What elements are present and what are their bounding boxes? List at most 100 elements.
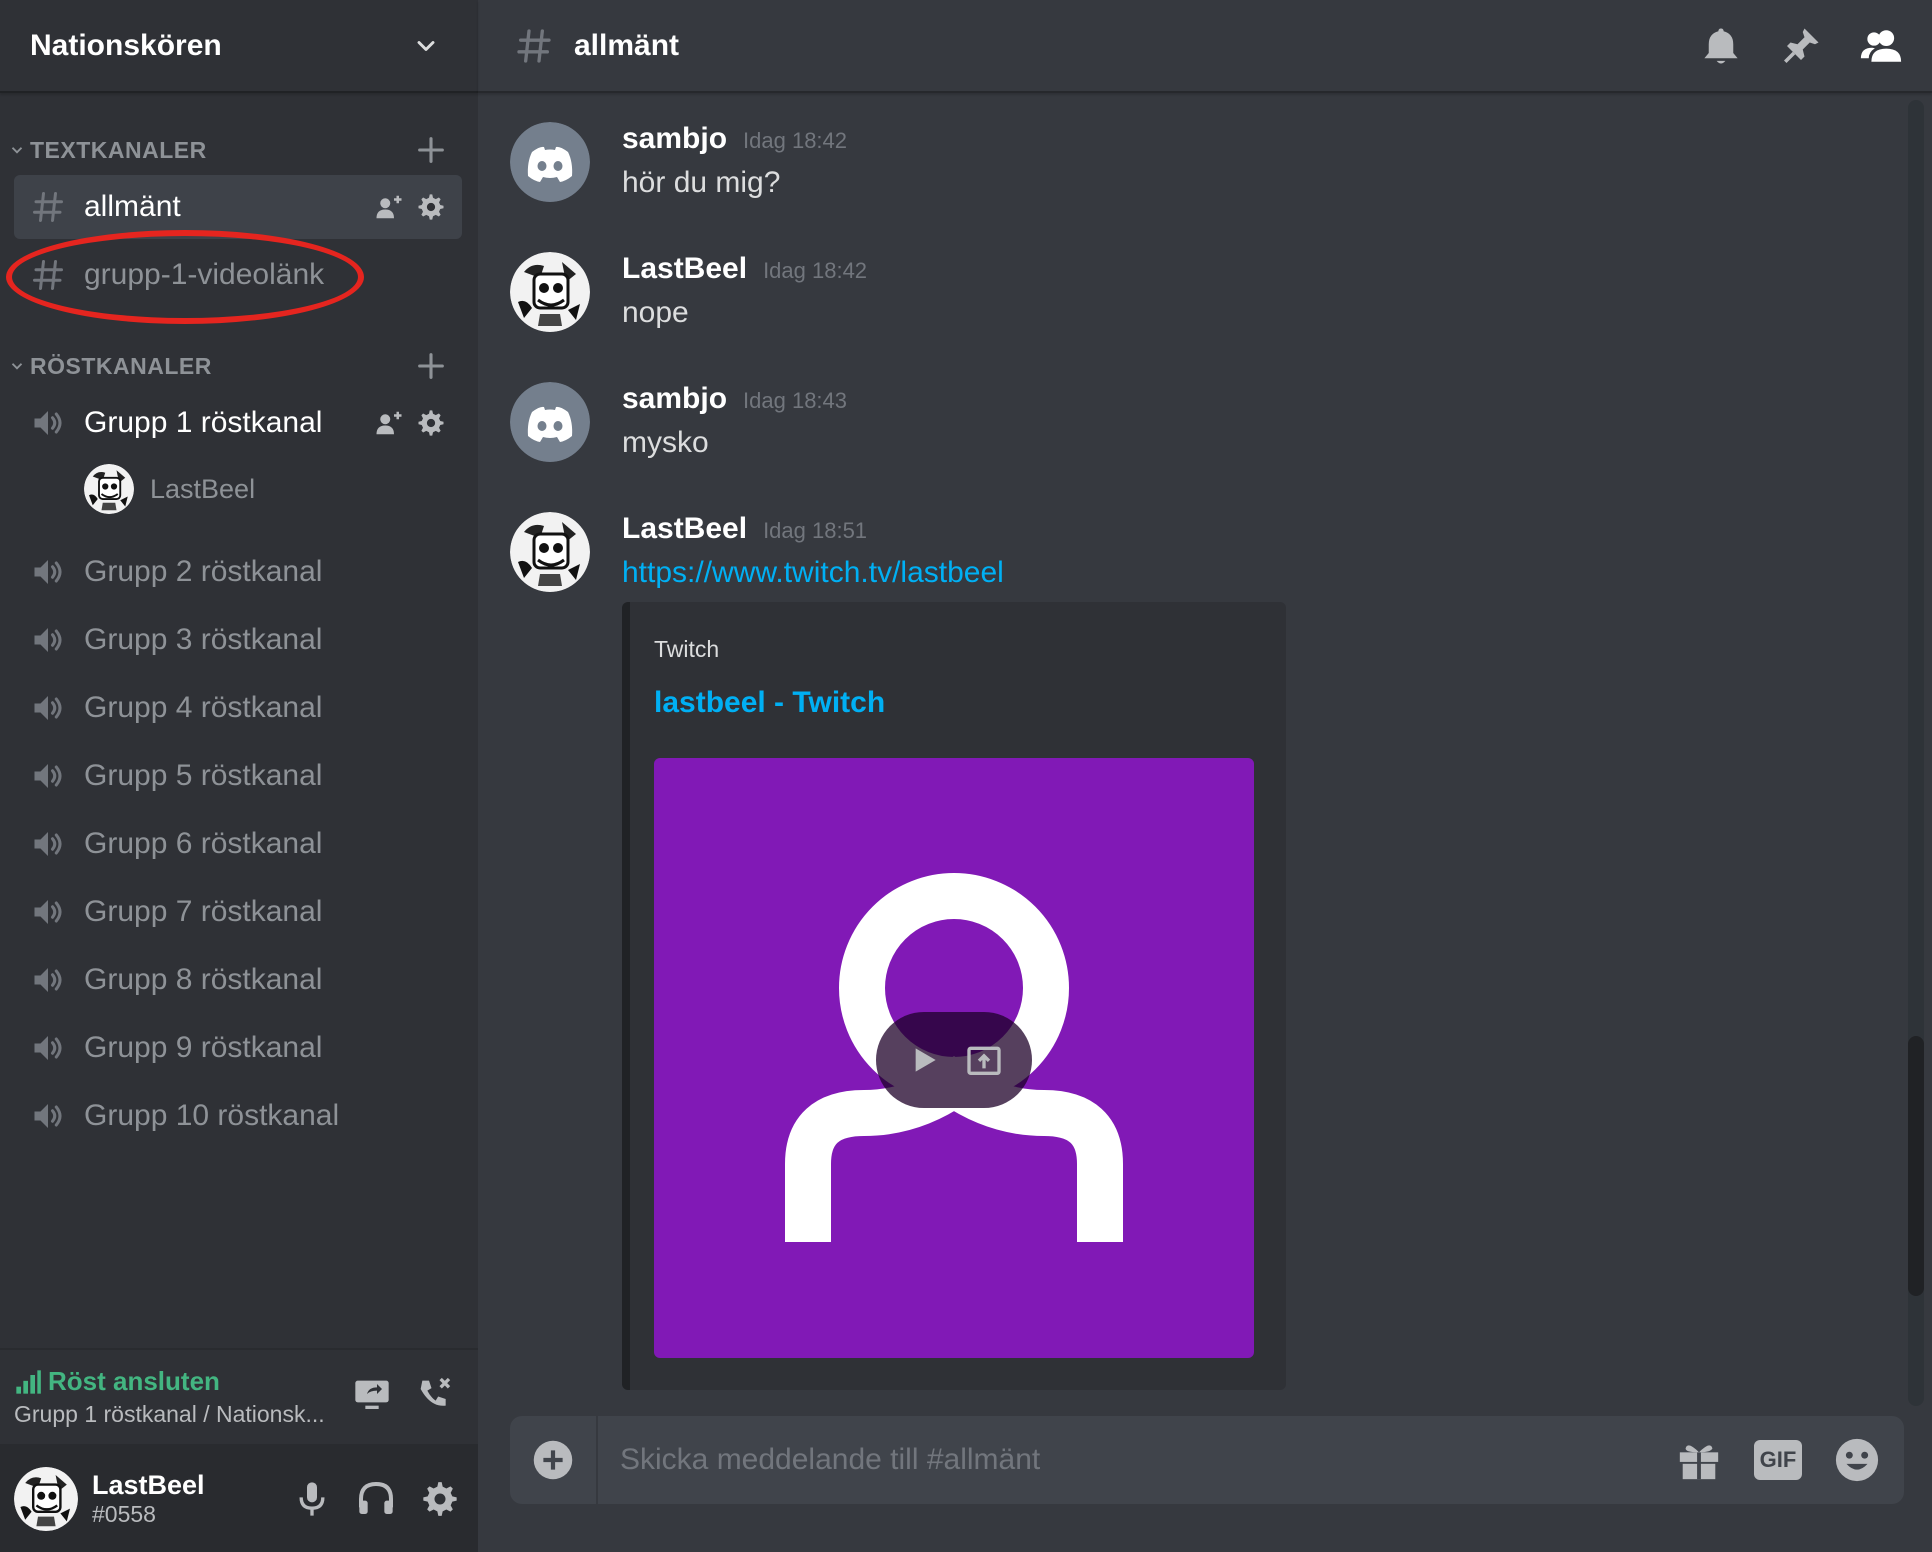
message-author[interactable]: sambjo <box>622 122 727 156</box>
message-author[interactable]: LastBeel <box>622 512 747 546</box>
gif-button[interactable]: GIF <box>1754 1440 1802 1480</box>
emoji-icon[interactable] <box>1834 1437 1880 1483</box>
channel-name: Grupp 10 röstkanal <box>84 1099 340 1132</box>
video-controls <box>876 1012 1032 1108</box>
upload-button[interactable] <box>510 1416 598 1504</box>
hash-icon <box>30 189 66 225</box>
add-channel-icon[interactable] <box>414 133 448 167</box>
voice-channel-grupp-8[interactable]: Grupp 8 röstkanal <box>14 948 462 1012</box>
voice-member[interactable]: LastBeel <box>84 462 255 516</box>
bell-icon[interactable] <box>1700 25 1742 67</box>
channel-title: allmänt <box>574 28 680 62</box>
hash-icon <box>30 257 66 293</box>
voice-channel-grupp-2[interactable]: Grupp 2 röstkanal <box>14 540 462 604</box>
channel-name: Grupp 3 röstkanal <box>84 623 323 656</box>
gear-icon[interactable] <box>416 192 446 222</box>
channel-name: Grupp 5 röstkanal <box>84 759 323 792</box>
chevron-down-icon <box>11 147 23 154</box>
chevron-down-icon[interactable] <box>412 32 440 60</box>
voice-channel-grupp-4[interactable]: Grupp 4 röstkanal <box>14 676 462 740</box>
speaker-icon <box>30 826 66 862</box>
speaker-icon <box>30 1030 66 1066</box>
server-name: Nationskören <box>30 28 222 62</box>
invite-icon[interactable] <box>374 408 404 438</box>
voice-member-name: LastBeel <box>150 473 256 504</box>
pin-icon[interactable] <box>1780 25 1822 67</box>
voice-channel-grupp-10[interactable]: Grupp 10 röstkanal <box>14 1084 462 1148</box>
channel-grupp-1-videolank[interactable]: grupp-1-videolänk <box>14 243 462 307</box>
screen-share-icon[interactable] <box>352 1374 392 1414</box>
user-settings-gear-icon[interactable] <box>420 1479 460 1519</box>
channel-name: Grupp 7 röstkanal <box>84 895 323 928</box>
channel-name: Grupp 2 röstkanal <box>84 555 323 588</box>
message-timestamp: Idag 18:42 <box>743 128 848 153</box>
voice-connection-panel: Röst ansluten Grupp 1 röstkanal / Nation… <box>0 1348 478 1446</box>
speaker-icon <box>30 622 66 658</box>
message-content: nope <box>622 296 689 329</box>
avatar[interactable] <box>510 252 590 332</box>
speaker-icon <box>30 962 66 998</box>
voice-channel-grupp-1[interactable]: Grupp 1 röstkanal <box>14 391 462 455</box>
avatar[interactable] <box>14 1467 78 1531</box>
message-author[interactable]: sambjo <box>622 382 727 416</box>
channel-name: Grupp 6 röstkanal <box>84 827 323 860</box>
channel-header: allmänt <box>478 0 1932 93</box>
scrollbar-thumb[interactable] <box>1908 1036 1924 1296</box>
avatar[interactable] <box>510 512 590 592</box>
speaker-icon <box>30 894 66 930</box>
category-voice-channels[interactable]: RÖSTKANALER <box>0 346 478 386</box>
user-panel: LastBeel #0558 <box>0 1446 478 1552</box>
speaker-icon <box>30 758 66 794</box>
message-input[interactable] <box>598 1416 1644 1504</box>
channel-allmant[interactable]: allmänt <box>14 175 462 239</box>
server-header[interactable]: Nationskören <box>0 0 478 93</box>
signal-icon[interactable] <box>14 1368 42 1396</box>
message-link[interactable]: https://www.twitch.tv/lastbeel <box>622 556 1004 590</box>
plus-circle-icon <box>533 1440 573 1480</box>
microphone-icon[interactable] <box>292 1479 332 1519</box>
disconnect-icon[interactable] <box>414 1374 454 1414</box>
channel-name: allmänt <box>84 190 181 223</box>
message-author[interactable]: LastBeel <box>622 252 747 286</box>
embed-provider: Twitch <box>654 636 720 662</box>
channel-name: Grupp 9 röstkanal <box>84 1031 323 1064</box>
member-list-icon[interactable] <box>1860 25 1902 67</box>
channel-sidebar: Nationskören TEXTKANALER allmänt grupp-1… <box>0 0 478 1552</box>
avatar[interactable] <box>510 122 590 202</box>
user-tag: #0558 <box>92 1501 156 1527</box>
speaker-icon <box>30 405 66 441</box>
message-timestamp: Idag 18:42 <box>763 258 868 283</box>
username: LastBeel <box>92 1470 205 1500</box>
hash-icon <box>514 26 554 66</box>
message-timestamp: Idag 18:51 <box>763 518 868 543</box>
chevron-down-icon <box>11 363 23 370</box>
invite-icon[interactable] <box>374 192 404 222</box>
message-composer: GIF <box>510 1416 1904 1504</box>
message-content: hör du mig? <box>622 166 781 199</box>
add-channel-icon[interactable] <box>414 349 448 383</box>
embed-title-link[interactable]: lastbeel - Twitch <box>654 686 885 720</box>
category-text-channels[interactable]: TEXTKANALER <box>0 130 478 170</box>
message-timestamp: Idag 18:43 <box>743 388 848 413</box>
open-external-icon[interactable] <box>964 1040 1004 1080</box>
gift-icon[interactable] <box>1676 1437 1722 1483</box>
channel-name: grupp-1-videolänk <box>84 258 325 291</box>
headphones-icon[interactable] <box>356 1479 396 1519</box>
avatar <box>84 464 134 514</box>
embed-video-thumbnail[interactable] <box>654 758 1254 1358</box>
channel-name: Grupp 1 röstkanal <box>84 406 323 439</box>
voice-channel-grupp-3[interactable]: Grupp 3 röstkanal <box>14 608 462 672</box>
avatar[interactable] <box>510 382 590 462</box>
category-label: TEXTKANALER <box>30 136 207 163</box>
voice-status: Röst ansluten <box>48 1366 220 1396</box>
speaker-icon <box>30 690 66 726</box>
gear-icon[interactable] <box>416 408 446 438</box>
voice-channel-grupp-9[interactable]: Grupp 9 röstkanal <box>14 1016 462 1080</box>
voice-channel-grupp-6[interactable]: Grupp 6 röstkanal <box>14 812 462 876</box>
voice-channel-grupp-5[interactable]: Grupp 5 röstkanal <box>14 744 462 808</box>
voice-channel-grupp-7[interactable]: Grupp 7 röstkanal <box>14 880 462 944</box>
category-label: RÖSTKANALER <box>30 352 212 379</box>
speaker-icon <box>30 1098 66 1134</box>
play-icon[interactable] <box>904 1040 944 1080</box>
speaker-icon <box>30 554 66 590</box>
